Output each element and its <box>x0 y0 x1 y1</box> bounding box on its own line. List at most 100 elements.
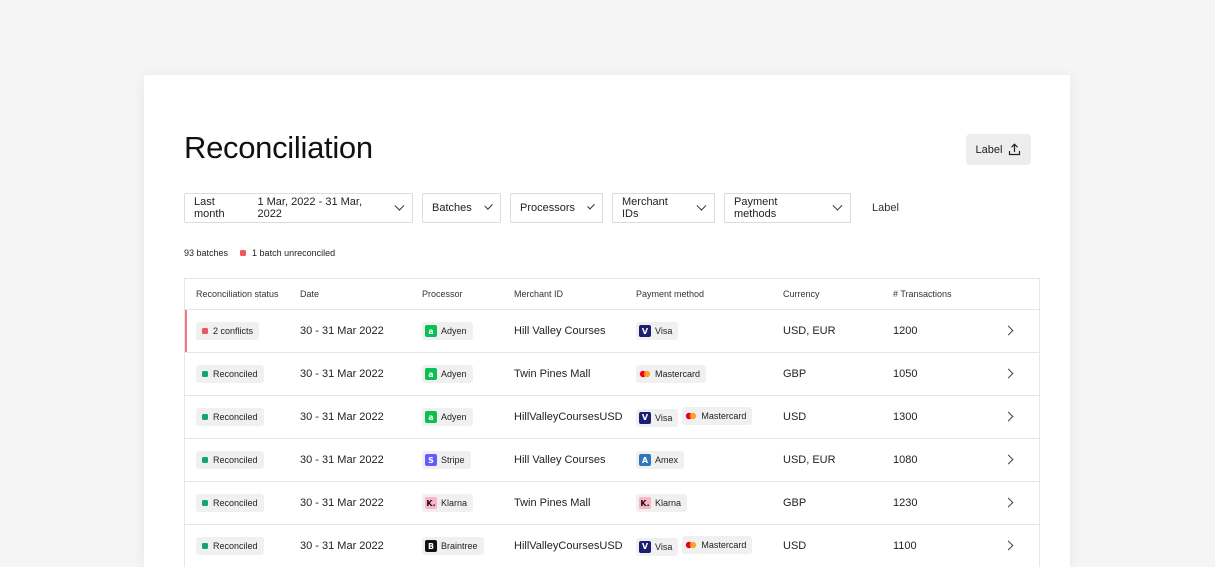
processor-label: Adyen <box>441 412 467 422</box>
processor-label: Adyen <box>441 326 467 336</box>
status-badge: Reconciled <box>196 365 264 383</box>
payment-method-label: Visa <box>655 412 673 423</box>
column-header: Date <box>300 279 422 310</box>
chevron-right-icon[interactable] <box>1003 325 1014 336</box>
processor-cell: B Braintree <box>422 524 514 567</box>
chevron-right-icon[interactable] <box>1003 411 1014 422</box>
status-dot-icon <box>202 371 208 377</box>
chevron-right-icon[interactable] <box>1003 454 1014 465</box>
status-dot-icon <box>202 328 208 334</box>
table-row[interactable]: Reconciled 30 - 31 Mar 2022 B Braintree Hill… <box>185 524 1039 567</box>
row-action-cell <box>1003 352 1039 396</box>
chevron-right-icon[interactable] <box>1003 540 1014 551</box>
page-title: Reconciliation <box>184 130 373 165</box>
payment-method-badge: K. Klarna <box>636 494 688 512</box>
payment-method-cell: V Visa Mastercard <box>636 395 783 439</box>
currency-cell: USD <box>783 395 893 439</box>
payment-method-label: Mastercard <box>701 540 747 551</box>
reconciliation-card: Reconciliation Label Last month 1 Mar, 2… <box>144 75 1070 567</box>
status-cell: 2 conflicts <box>185 309 300 353</box>
table-header-row: Reconciliation status Date Processor Mer… <box>185 279 1039 310</box>
chevron-right-icon[interactable] <box>1003 497 1014 508</box>
date-range-value: 1 Mar, 2022 - 31 Mar, 2022 <box>257 196 363 220</box>
chevron-down-icon <box>832 200 843 211</box>
payment-method-badge: V Visa <box>636 322 679 340</box>
date-cell: 30 - 31 Mar 2022 <box>300 524 422 567</box>
payment-method-label: Visa <box>655 326 673 336</box>
mastercard-icon <box>685 410 697 422</box>
processor-label: Klarna <box>441 498 468 508</box>
row-action-cell <box>1003 524 1039 567</box>
merchant-ids-filter-label: Merchant IDs <box>622 196 668 220</box>
status-badge: Reconciled <box>196 494 264 512</box>
processor-label: Adyen <box>441 369 467 379</box>
stripe-icon: S <box>425 454 437 466</box>
unreconciled-indicator <box>240 250 247 256</box>
chevron-down-icon <box>394 200 405 211</box>
visa-icon: V <box>639 411 651 424</box>
export-button[interactable]: Label <box>966 134 1031 165</box>
merchant-ids-filter[interactable]: Merchant IDs <box>612 193 715 223</box>
status-badge: Reconciled <box>196 537 264 555</box>
transactions-cell: 1300 <box>893 395 1005 439</box>
table-row[interactable]: 2 conflicts 30 - 31 Mar 2022 a Adyen Hill Va… <box>185 309 1039 353</box>
date-cell: 30 - 31 Mar 2022 <box>300 309 422 353</box>
row-action-cell <box>1003 395 1039 439</box>
merchant-id-cell: Hill Valley Courses <box>514 309 636 353</box>
klarna-icon: K. <box>425 497 437 509</box>
status-badge: 2 conflicts <box>196 322 260 340</box>
batches-table: Reconciliation status Date Processor Mer… <box>184 278 1040 567</box>
filter-label-link[interactable]: Label <box>872 202 899 214</box>
batches-filter[interactable]: Batches <box>422 193 501 223</box>
status-cell: Reconciled <box>185 438 300 482</box>
date-cell: 30 - 31 Mar 2022 <box>300 352 422 396</box>
amex-icon: A <box>639 454 651 466</box>
payment-method-cell: Mastercard <box>636 352 783 396</box>
processor-badge: B Braintree <box>422 537 484 555</box>
chevron-down-icon <box>484 200 493 210</box>
processor-badge: a Adyen <box>422 322 473 340</box>
status-dot-icon <box>202 500 208 506</box>
payment-method-cell: K. Klarna <box>636 481 783 525</box>
payment-method-badge: A Amex <box>636 451 685 469</box>
payment-method-badge: Mastercard <box>682 536 753 555</box>
merchant-id-cell: Hill Valley Courses <box>514 438 636 482</box>
processor-badge: a Adyen <box>422 365 473 383</box>
transactions-cell: 1050 <box>893 352 1005 396</box>
status-label: Reconciled <box>213 455 258 465</box>
date-range-filter[interactable]: Last month 1 Mar, 2022 - 31 Mar, 2022 <box>184 193 413 223</box>
mastercard-icon <box>685 539 697 551</box>
table-row[interactable]: Reconciled 30 - 31 Mar 2022 S Stripe Hill Va… <box>185 438 1039 482</box>
visa-icon: V <box>639 540 651 553</box>
status-label: Reconciled <box>213 412 258 422</box>
chevron-right-icon[interactable] <box>1003 368 1014 379</box>
status-label: Reconciled <box>213 369 258 379</box>
payment-methods-filter-label: Payment methods <box>734 196 778 220</box>
table-row[interactable]: Reconciled 30 - 31 Mar 2022 a Adyen HillVall… <box>185 395 1039 439</box>
transactions-cell: 1230 <box>893 481 1005 525</box>
payment-method-badge: V Visa <box>636 537 679 556</box>
processor-cell: K. Klarna <box>422 481 514 525</box>
processors-filter[interactable]: Processors <box>510 193 603 223</box>
batches-filter-label: Batches <box>432 202 472 214</box>
payment-methods-filter[interactable]: Payment methods <box>724 193 851 223</box>
table-row[interactable]: Reconciled 30 - 31 Mar 2022 K. Klarna Twin P… <box>185 481 1039 525</box>
payment-method-badge: Mastercard <box>682 407 753 426</box>
processor-cell: S Stripe <box>422 438 514 482</box>
table-row[interactable]: Reconciled 30 - 31 Mar 2022 a Adyen Twin Pin… <box>185 352 1039 396</box>
chevron-down-icon <box>696 200 707 211</box>
status-cell: Reconciled <box>185 352 300 396</box>
processor-badge: K. Klarna <box>422 494 474 512</box>
row-action-cell <box>1003 309 1039 353</box>
payment-method-label: Klarna <box>655 498 682 508</box>
filter-bar: Last month 1 Mar, 2022 - 31 Mar, 2022 Ba… <box>184 193 899 223</box>
unreconciled-count: 1 batch unreconciled <box>252 248 336 258</box>
status-cell: Reconciled <box>185 481 300 525</box>
upload-icon <box>1009 143 1021 156</box>
visa-icon: V <box>639 325 651 337</box>
date-cell: 30 - 31 Mar 2022 <box>300 395 422 439</box>
mastercard-icon <box>639 368 651 380</box>
status-cell: Reconciled <box>185 524 300 567</box>
transactions-cell: 1200 <box>893 309 1005 353</box>
payment-method-label: Mastercard <box>655 369 701 379</box>
